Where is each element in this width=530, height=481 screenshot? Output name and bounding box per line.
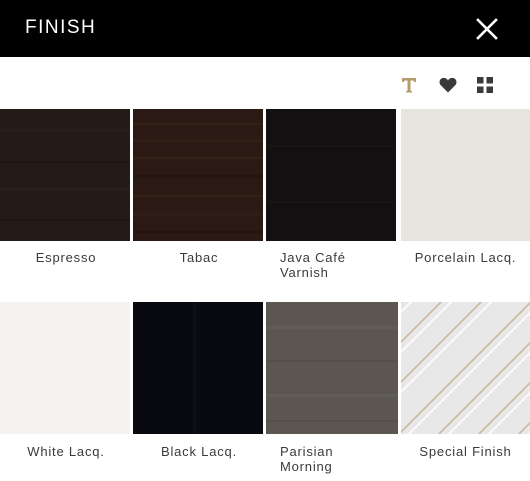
- finish-swatch-white-lacq[interactable]: [0, 302, 130, 434]
- porcelain-texture: [401, 109, 530, 241]
- heart-icon: [439, 77, 457, 93]
- finish-label: Special Finish: [419, 444, 512, 459]
- special-finish-texture: [401, 302, 530, 434]
- finish-label: Java Café Varnish: [280, 250, 346, 280]
- text-view-button[interactable]: [398, 74, 420, 96]
- page-title: FINISH: [25, 17, 97, 38]
- toolbar: [0, 57, 530, 109]
- favorites-button[interactable]: [437, 74, 459, 96]
- grid-icon: [477, 77, 493, 93]
- finish-swatch-espresso[interactable]: [0, 109, 130, 241]
- finish-label: Tabac: [179, 250, 219, 265]
- grid-view-button[interactable]: [474, 74, 496, 96]
- finish-swatch-porcelain-lacq[interactable]: [401, 109, 530, 241]
- parisian-morning-texture: [266, 302, 398, 434]
- finish-swatch-java-cafe-varnish[interactable]: [266, 109, 396, 241]
- header: FINISH: [0, 0, 530, 57]
- java-cafe-texture: [266, 109, 396, 241]
- white-lacq-texture: [0, 302, 130, 434]
- espresso-texture: [0, 109, 130, 241]
- finish-label: White Lacq.: [27, 444, 105, 459]
- black-lacq-texture: [133, 302, 263, 434]
- finish-label: Parisian Morning: [280, 444, 334, 474]
- finish-label: Black Lacq.: [160, 444, 237, 459]
- text-icon: [402, 78, 416, 93]
- finish-swatch-special-finish[interactable]: [401, 302, 530, 434]
- close-button[interactable]: [474, 16, 500, 42]
- finish-label: Porcelain Lacq.: [414, 250, 517, 265]
- finish-swatch-black-lacq[interactable]: [133, 302, 263, 434]
- finish-swatch-tabac[interactable]: [133, 109, 263, 241]
- finish-swatch-parisian-morning[interactable]: [266, 302, 398, 434]
- tabac-texture: [133, 109, 263, 241]
- close-icon: [476, 18, 498, 40]
- finish-label: Espresso: [35, 250, 97, 265]
